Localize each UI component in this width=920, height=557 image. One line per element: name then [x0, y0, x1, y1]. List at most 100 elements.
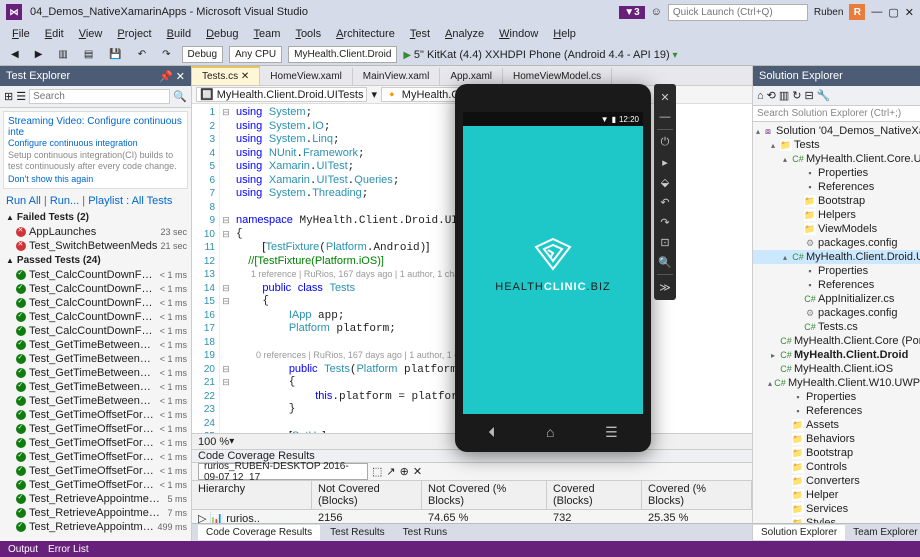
editor-tab[interactable]: HomeView.xaml: [260, 68, 353, 85]
run-button[interactable]: ▶ 5" KitKat (4.4) XXHDPI Phone (Android …: [403, 49, 677, 61]
right-tab[interactable]: Team Explorer: [845, 525, 920, 540]
test-item[interactable]: AppLaunches23 sec: [0, 225, 191, 239]
coverage-col-header[interactable]: Covered (% Blocks): [642, 481, 752, 509]
test-item[interactable]: Test_GetTimeOffsetForNextPill_...< 1 ms: [0, 478, 191, 492]
tree-node[interactable]: ▪References: [753, 278, 920, 292]
menu-team[interactable]: Team: [248, 26, 287, 42]
test-link[interactable]: Run All: [6, 195, 41, 207]
test-item[interactable]: Test_CalcCountDownForMidNo...< 1 ms: [0, 310, 191, 324]
emu-zoom-icon[interactable]: 🔍: [654, 252, 676, 272]
editor-tab[interactable]: App.xaml: [440, 68, 503, 85]
pin-icon[interactable]: 📌: [159, 71, 173, 83]
close-icon[interactable]: ✕: [905, 6, 914, 19]
test-item[interactable]: Test_RetrieveAppointments_Whe...499 ms: [0, 520, 191, 534]
test-item[interactable]: Test_GetTimeOffsetForNextPill_...< 1 ms: [0, 464, 191, 478]
emu-power-icon[interactable]: ⏻: [654, 132, 676, 152]
tree-node[interactable]: C#MyHealth.Client.Core (Portable): [753, 334, 920, 348]
solution-search[interactable]: Search Solution Explorer (Ctrl+;): [753, 106, 920, 122]
test-link[interactable]: Run...: [50, 195, 79, 207]
home-icon[interactable]: ⌂: [546, 424, 554, 440]
emu-multi-icon[interactable]: ⬙: [654, 172, 676, 192]
test-item[interactable]: Test_GetTimeBetween_B_D< 1 ms: [0, 338, 191, 352]
tree-node[interactable]: ▪References: [753, 180, 920, 194]
user-avatar[interactable]: R: [849, 4, 865, 20]
config-dropdown[interactable]: Debug: [182, 46, 223, 63]
menu-tools[interactable]: Tools: [289, 26, 327, 42]
test-item[interactable]: Test_GetTimeOffsetForNextPill_...< 1 ms: [0, 408, 191, 422]
collapse-icon[interactable]: ⊟: [805, 89, 814, 102]
notice-link[interactable]: Configure continuous integration: [8, 138, 183, 148]
bottom-tab[interactable]: Test Results: [322, 525, 392, 540]
coverage-tool-icon[interactable]: ⬚: [372, 465, 382, 478]
test-item[interactable]: Test_GetTimeOffsetForNextPill_...< 1 ms: [0, 450, 191, 464]
tree-node[interactable]: ▴C#MyHealth.Client.Core.UnitTests: [753, 152, 920, 166]
coverage-col-header[interactable]: Covered (Blocks): [547, 481, 642, 509]
tree-node[interactable]: ▴📁Tests: [753, 138, 920, 152]
tree-node[interactable]: ▪Properties: [753, 166, 920, 180]
editor-tab[interactable]: HomeViewModel.cs: [503, 68, 612, 85]
undo-button[interactable]: ↶: [133, 47, 151, 62]
test-item[interactable]: Test_GetTimeBetween_L_D< 1 ms: [0, 394, 191, 408]
menu-test[interactable]: Test: [404, 26, 436, 42]
coverage-export-icon[interactable]: ↗: [386, 465, 395, 478]
test-item[interactable]: Test_CalcCountDownForNullMed< 1 ms: [0, 324, 191, 338]
properties-icon[interactable]: 🔧: [817, 89, 831, 102]
new-button[interactable]: ▥: [53, 47, 72, 62]
minimize-icon[interactable]: —: [871, 6, 882, 18]
tree-node[interactable]: C#MyHealth.Client.iOS: [753, 362, 920, 376]
tree-node[interactable]: 📁Styles: [753, 516, 920, 523]
test-group[interactable]: ▲ Passed Tests (24): [0, 253, 191, 268]
coverage-remove-icon[interactable]: ✕: [413, 465, 422, 478]
tree-node[interactable]: 📁Helper: [753, 488, 920, 502]
filter-icon[interactable]: ☰: [16, 90, 26, 103]
emu-rotate-right-icon[interactable]: ↷: [654, 212, 676, 232]
feedback-icon[interactable]: ☺: [651, 6, 662, 18]
notice-dismiss[interactable]: Don't show this again: [8, 174, 183, 184]
tree-node[interactable]: ▪Properties: [753, 264, 920, 278]
maximize-icon[interactable]: ▢: [888, 6, 898, 19]
coverage-merge-icon[interactable]: ⊕: [400, 465, 409, 478]
test-item[interactable]: Test_CalcCountDownForMed_P...< 1 ms: [0, 268, 191, 282]
tree-node[interactable]: ▪References: [753, 404, 920, 418]
menu-file[interactable]: File: [6, 26, 36, 42]
test-item[interactable]: Test_GetTimeOffsetForNextPill_...< 1 ms: [0, 436, 191, 450]
output-tab[interactable]: Output: [8, 544, 38, 555]
refresh-icon[interactable]: ↻: [792, 89, 801, 102]
coverage-col-header[interactable]: Hierarchy: [192, 481, 312, 509]
menu-build[interactable]: Build: [161, 26, 197, 42]
nav-back-button[interactable]: ◀: [6, 47, 24, 62]
nav-fwd-button[interactable]: ▶: [30, 47, 48, 62]
emu-more-icon[interactable]: ≫: [654, 277, 676, 297]
sync-icon[interactable]: ⟲: [767, 89, 776, 102]
tree-node[interactable]: 📁Assets: [753, 418, 920, 432]
test-item[interactable]: Test_GetTimeOffsetForNextPill_...< 1 ms: [0, 422, 191, 436]
coverage-col-header[interactable]: Not Covered (Blocks): [312, 481, 422, 509]
show-all-icon[interactable]: ▥: [779, 89, 789, 102]
emu-fit-icon[interactable]: ⊡: [654, 232, 676, 252]
solution-root[interactable]: ▴⧈Solution '04_Demos_NativeXamarinApps' …: [753, 124, 920, 138]
editor-tab[interactable]: MainView.xaml: [353, 68, 441, 85]
tree-node[interactable]: ▪Properties: [753, 390, 920, 404]
test-item[interactable]: Test_GetTimeBetween_L_B< 1 ms: [0, 380, 191, 394]
close-panel-icon[interactable]: ✕: [176, 71, 185, 83]
test-search-input[interactable]: [29, 89, 170, 104]
menu-project[interactable]: Project: [111, 26, 157, 42]
test-item[interactable]: Test_CalcCountDownForMed_P...< 1 ms: [0, 282, 191, 296]
tree-node[interactable]: 📁Behaviors: [753, 432, 920, 446]
test-group[interactable]: ▲ Failed Tests (2): [0, 210, 191, 225]
search-icon[interactable]: 🔍: [173, 90, 187, 103]
back-icon[interactable]: ⏴: [488, 424, 495, 441]
tree-node[interactable]: ▴C#MyHealth.Client.W10.UWP (Universal Wi…: [753, 376, 920, 390]
open-button[interactable]: ▤: [79, 47, 98, 62]
test-item[interactable]: Test_GetTimeBetween_B_L< 1 ms: [0, 352, 191, 366]
group-icon[interactable]: ⊞: [4, 90, 13, 103]
android-emulator[interactable]: ▼ ▮ 12:20 HEALTHCLINIC.BIZ ⏴ ⌂ ☰: [455, 84, 651, 452]
tree-node[interactable]: 📁Helpers: [753, 208, 920, 222]
menu-help[interactable]: Help: [547, 26, 582, 42]
menu-window[interactable]: Window: [493, 26, 544, 42]
startup-dropdown[interactable]: MyHealth.Client.Droid: [288, 46, 397, 63]
coverage-col-header[interactable]: Not Covered (% Blocks): [422, 481, 547, 509]
test-item[interactable]: Test_RetrieveAppointments_Whe...5 ms: [0, 492, 191, 506]
emu-rotate-left-icon[interactable]: ↶: [654, 192, 676, 212]
tree-node[interactable]: C#Tests.cs: [753, 320, 920, 334]
